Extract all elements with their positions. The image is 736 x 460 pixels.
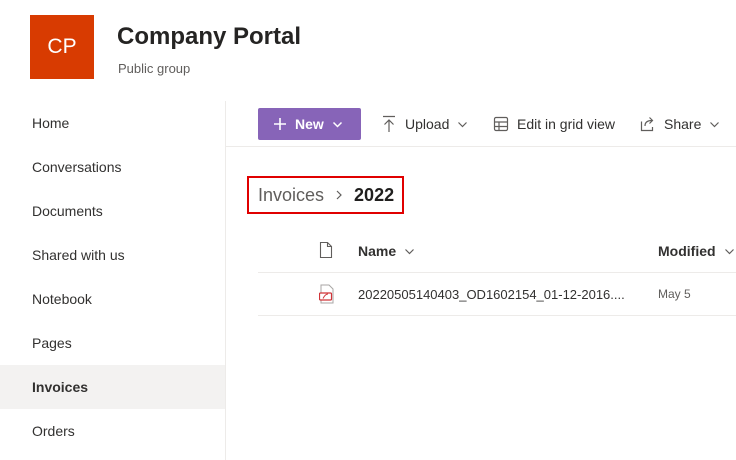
left-nav: Home Conversations Documents Shared with…: [0, 101, 226, 460]
site-title[interactable]: Company Portal: [117, 23, 301, 51]
main-content: New Upload Edit in grid view Share Invoi…: [226, 101, 736, 460]
nav-item-invoices[interactable]: Invoices: [0, 365, 225, 409]
list-header: Name Modified: [258, 230, 736, 273]
site-subtitle: Public group: [118, 61, 191, 76]
new-button[interactable]: New: [258, 108, 361, 140]
file-type-icon[interactable]: [319, 241, 333, 259]
nav-item-documents[interactable]: Documents: [0, 189, 225, 233]
edit-grid-view-label: Edit in grid view: [517, 116, 616, 132]
column-header-modified-label: Modified: [658, 243, 716, 259]
column-header-name-label: Name: [358, 243, 397, 259]
chevron-down-icon: [458, 121, 468, 127]
share-button[interactable]: Share: [640, 108, 720, 140]
table-row[interactable]: 20220505140403_OD1602154_01-12-2016.... …: [258, 273, 736, 316]
nav-item-shared-with-us[interactable]: Shared with us: [0, 233, 225, 277]
site-logo-initials: CP: [47, 35, 77, 58]
site-header: CP Company Portal Public group: [0, 0, 736, 100]
nav-item-conversations[interactable]: Conversations: [0, 145, 225, 189]
share-button-label: Share: [664, 116, 702, 132]
file-modified-date: May 5: [658, 287, 691, 301]
grid-icon: [493, 116, 509, 132]
nav-item-pages[interactable]: Pages: [0, 321, 225, 365]
command-bar: New Upload Edit in grid view Share: [226, 101, 736, 147]
chevron-down-icon: [332, 121, 342, 128]
nav-item-home[interactable]: Home: [0, 101, 225, 145]
site-logo[interactable]: CP: [30, 15, 94, 79]
breadcrumb-current: 2022: [354, 184, 395, 205]
breadcrumb-chevron-icon: [336, 190, 342, 200]
upload-button-label: Upload: [405, 116, 450, 132]
chevron-down-icon: [724, 248, 734, 254]
new-button-label: New: [295, 116, 324, 132]
nav-item-notebook[interactable]: Notebook: [0, 277, 225, 321]
column-header-name[interactable]: Name: [358, 243, 415, 259]
plus-icon: [274, 118, 286, 130]
breadcrumb: Invoices 2022: [247, 176, 404, 214]
chevron-down-icon: [710, 121, 720, 127]
share-icon: [640, 117, 654, 132]
breadcrumb-parent[interactable]: Invoices: [258, 185, 324, 206]
nav-item-orders[interactable]: Orders: [0, 409, 225, 453]
file-name-link[interactable]: 20220505140403_OD1602154_01-12-2016....: [358, 287, 625, 302]
chevron-down-icon: [405, 248, 415, 254]
upload-button[interactable]: Upload: [381, 108, 468, 140]
column-header-modified[interactable]: Modified: [658, 243, 735, 259]
edit-grid-view-button[interactable]: Edit in grid view: [493, 108, 615, 140]
pdf-file-icon: [319, 284, 334, 304]
upload-icon: [383, 115, 395, 132]
